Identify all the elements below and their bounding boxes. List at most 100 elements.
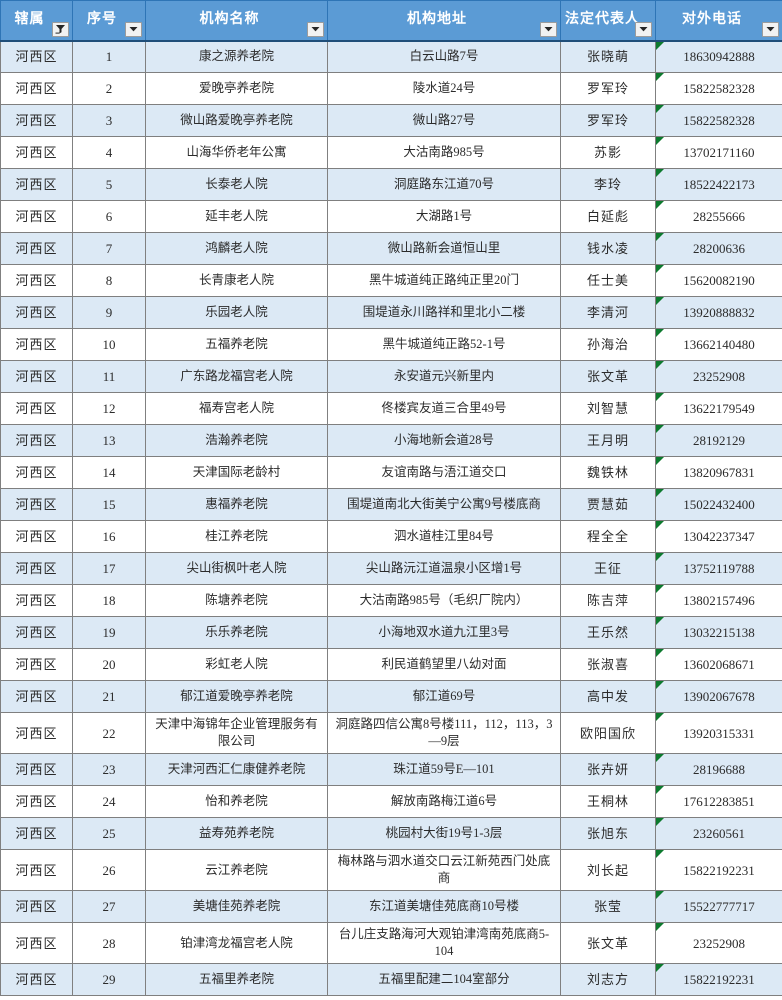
table-row[interactable]: 河西区 17 尖山街枫叶老人院 尖山路沅江道温泉小区增1号 王征 13752119788 <box>0 552 782 585</box>
table-row[interactable]: 河西区 12 福寿宫老人院 佟楼宾友道三合里49号 刘智慧 13622179549 <box>0 392 782 425</box>
cell-addr[interactable]: 洞庭路东江道70号 <box>327 168 561 201</box>
cell-name[interactable]: 广东路龙福宫老人院 <box>145 360 328 393</box>
cell-name[interactable]: 乐乐养老院 <box>145 616 328 649</box>
cell-addr[interactable]: 大沽南路985号（毛织厂院内） <box>327 584 561 617</box>
cell-area[interactable]: 河西区 <box>0 232 73 265</box>
cell-seq[interactable]: 7 <box>72 232 146 265</box>
chevron-down-icon[interactable] <box>307 21 324 37</box>
cell-addr[interactable]: 尖山路沅江道温泉小区增1号 <box>327 552 561 585</box>
cell-phone[interactable]: 13622179549 <box>655 392 782 425</box>
cell-rep[interactable]: 张文革 <box>560 922 656 964</box>
cell-seq[interactable]: 8 <box>72 264 146 297</box>
cell-rep[interactable]: 李清河 <box>560 296 656 329</box>
cell-area[interactable]: 河西区 <box>0 40 73 73</box>
cell-addr[interactable]: 围堤道永川路祥和里北小二楼 <box>327 296 561 329</box>
cell-addr[interactable]: 微山路27号 <box>327 104 561 137</box>
cell-rep[interactable]: 李玲 <box>560 168 656 201</box>
table-row[interactable]: 河西区 10 五福养老院 黑牛城道纯正路52-1号 孙海治 13662140480 <box>0 328 782 361</box>
cell-area[interactable]: 河西区 <box>0 360 73 393</box>
cell-phone[interactable]: 13042237347 <box>655 520 782 553</box>
cell-phone[interactable]: 17612283851 <box>655 785 782 818</box>
cell-phone[interactable]: 23252908 <box>655 360 782 393</box>
cell-rep[interactable]: 刘长起 <box>560 849 656 891</box>
cell-addr[interactable]: 利民道鹤望里八幼对面 <box>327 648 561 681</box>
table-row[interactable]: 河西区 13 浩瀚养老院 小海地新会道28号 王月明 28192129 <box>0 424 782 457</box>
cell-phone[interactable]: 13920888832 <box>655 296 782 329</box>
cell-area[interactable]: 河西区 <box>0 520 73 553</box>
cell-addr[interactable]: 黑牛城道纯正路纯正里20门 <box>327 264 561 297</box>
cell-name[interactable]: 郁江道爱晚亭养老院 <box>145 680 328 713</box>
cell-phone[interactable]: 15822192231 <box>655 849 782 891</box>
cell-name[interactable]: 惠福养老院 <box>145 488 328 521</box>
cell-area[interactable]: 河西区 <box>0 753 73 786</box>
cell-area[interactable]: 河西区 <box>0 456 73 489</box>
cell-addr[interactable]: 围堤道南北大街美宁公寓9号楼底商 <box>327 488 561 521</box>
cell-seq[interactable]: 26 <box>72 849 146 891</box>
cell-addr[interactable]: 郁江道69号 <box>327 680 561 713</box>
cell-area[interactable]: 河西区 <box>0 890 73 923</box>
cell-phone[interactable]: 13602068671 <box>655 648 782 681</box>
cell-name[interactable]: 天津河西汇仁康健养老院 <box>145 753 328 786</box>
cell-seq[interactable]: 17 <box>72 552 146 585</box>
cell-phone[interactable]: 13820967831 <box>655 456 782 489</box>
cell-addr[interactable]: 泗水道桂江里84号 <box>327 520 561 553</box>
cell-seq[interactable]: 9 <box>72 296 146 329</box>
chevron-down-icon[interactable] <box>762 21 779 37</box>
cell-rep[interactable]: 任士美 <box>560 264 656 297</box>
table-row[interactable]: 河西区 6 延丰老人院 大湖路1号 白延彪 28255666 <box>0 200 782 233</box>
cell-area[interactable]: 河西区 <box>0 785 73 818</box>
cell-area[interactable]: 河西区 <box>0 264 73 297</box>
cell-seq[interactable]: 21 <box>72 680 146 713</box>
table-row[interactable]: 河西区 1 康之源养老院 白云山路7号 张晓萌 18630942888 <box>0 40 782 73</box>
cell-rep[interactable]: 王桐林 <box>560 785 656 818</box>
cell-phone[interactable]: 13702171160 <box>655 136 782 169</box>
cell-rep[interactable]: 张卉妍 <box>560 753 656 786</box>
cell-area[interactable]: 河西区 <box>0 616 73 649</box>
cell-rep[interactable]: 刘智慧 <box>560 392 656 425</box>
cell-rep[interactable]: 张文革 <box>560 360 656 393</box>
cell-rep[interactable]: 罗军玲 <box>560 72 656 105</box>
cell-name[interactable]: 陈塘养老院 <box>145 584 328 617</box>
cell-rep[interactable]: 王征 <box>560 552 656 585</box>
chevron-down-icon[interactable] <box>540 21 557 37</box>
cell-seq[interactable]: 12 <box>72 392 146 425</box>
cell-seq[interactable]: 15 <box>72 488 146 521</box>
table-row[interactable]: 河西区 27 美塘佳苑养老院 东江道美塘佳苑底商10号楼 张莹 15522777717 <box>0 890 782 923</box>
cell-phone[interactable]: 15620082190 <box>655 264 782 297</box>
cell-addr[interactable]: 梅林路与泗水道交口云江新苑西门处底商 <box>327 849 561 891</box>
cell-name[interactable]: 彩虹老人院 <box>145 648 328 681</box>
cell-rep[interactable]: 陈吉萍 <box>560 584 656 617</box>
cell-seq[interactable]: 23 <box>72 753 146 786</box>
cell-rep[interactable]: 魏铁林 <box>560 456 656 489</box>
table-row[interactable]: 河西区 24 怡和养老院 解放南路梅江道6号 王桐林 17612283851 <box>0 785 782 818</box>
cell-seq[interactable]: 20 <box>72 648 146 681</box>
cell-phone[interactable]: 13902067678 <box>655 680 782 713</box>
cell-rep[interactable]: 罗军玲 <box>560 104 656 137</box>
column-header-area[interactable]: 辖属 <box>0 0 73 42</box>
table-row[interactable]: 河西区 4 山海华侨老年公寓 大沽南路985号 苏影 13702171160 <box>0 136 782 169</box>
cell-name[interactable]: 益寿苑养老院 <box>145 817 328 850</box>
cell-name[interactable]: 爱晚亭养老院 <box>145 72 328 105</box>
cell-addr[interactable]: 陵水道24号 <box>327 72 561 105</box>
cell-seq[interactable]: 1 <box>72 40 146 73</box>
cell-area[interactable]: 河西区 <box>0 424 73 457</box>
cell-area[interactable]: 河西区 <box>0 680 73 713</box>
table-row[interactable]: 河西区 2 爱晚亭养老院 陵水道24号 罗军玲 15822582328 <box>0 72 782 105</box>
cell-rep[interactable]: 刘志方 <box>560 963 656 996</box>
cell-seq[interactable]: 19 <box>72 616 146 649</box>
cell-addr[interactable]: 大沽南路985号 <box>327 136 561 169</box>
cell-addr[interactable]: 黑牛城道纯正路52-1号 <box>327 328 561 361</box>
cell-name[interactable]: 铂津湾龙福宫老人院 <box>145 922 328 964</box>
cell-seq[interactable]: 14 <box>72 456 146 489</box>
table-row[interactable]: 河西区 20 彩虹老人院 利民道鹤望里八幼对面 张淑喜 13602068671 <box>0 648 782 681</box>
table-row[interactable]: 河西区 14 天津国际老龄村 友谊南路与浯江道交口 魏铁林 13820967831 <box>0 456 782 489</box>
cell-phone[interactable]: 13662140480 <box>655 328 782 361</box>
table-row[interactable]: 河西区 3 微山路爱晚亭养老院 微山路27号 罗军玲 15822582328 <box>0 104 782 137</box>
cell-seq[interactable]: 18 <box>72 584 146 617</box>
cell-addr[interactable]: 大湖路1号 <box>327 200 561 233</box>
cell-rep[interactable]: 王乐然 <box>560 616 656 649</box>
cell-name[interactable]: 长泰老人院 <box>145 168 328 201</box>
cell-seq[interactable]: 13 <box>72 424 146 457</box>
cell-phone[interactable]: 15822582328 <box>655 72 782 105</box>
cell-addr[interactable]: 珠江道59号E—101 <box>327 753 561 786</box>
